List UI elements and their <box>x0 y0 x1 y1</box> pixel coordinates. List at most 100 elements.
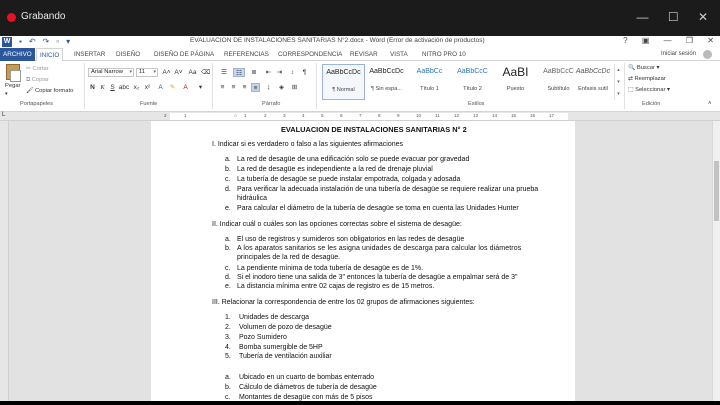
replace-button[interactable]: ⇄ Reemplazar <box>628 76 666 82</box>
style-no-spacing[interactable]: AaBbCcDc ¶ Sin espa... <box>365 64 408 100</box>
cut-button[interactable]: ✂ Cortar <box>26 66 49 72</box>
align-left-icon[interactable]: ≡ <box>218 83 227 92</box>
tab-correspondencia[interactable]: CORRESPONDENCIA <box>278 48 342 61</box>
copy-button[interactable]: ⧉ Copiar <box>26 77 49 84</box>
window-close-icon[interactable]: ✕ <box>707 36 714 45</box>
shrink-font-icon[interactable]: A˅ <box>174 68 183 77</box>
style-heading-2[interactable]: AaBbCcC Título 2 <box>451 64 494 100</box>
group-separator <box>84 63 85 109</box>
font-group-label: Fuente <box>140 101 158 107</box>
vertical-ruler[interactable] <box>0 121 9 401</box>
document-area[interactable]: EVALUACION DE INSTALACIONES SANITARIAS N… <box>0 121 720 401</box>
redo-icon[interactable]: ↷ <box>43 36 50 48</box>
scrollbar-thumb[interactable] <box>714 161 719 221</box>
help-icon[interactable]: ? <box>623 36 627 45</box>
text-effects-icon[interactable]: A <box>156 83 165 92</box>
find-button[interactable]: 🔍 Buscar ▾ <box>628 65 659 71</box>
new-document-icon[interactable]: ▫ <box>56 36 59 48</box>
document-page[interactable]: EVALUACION DE INSTALACIONES SANITARIAS N… <box>151 121 575 401</box>
list-marker: a. <box>225 374 231 381</box>
collapse-ribbon-icon[interactable]: ˄ <box>708 101 712 107</box>
minimize-icon[interactable]: — <box>636 10 648 24</box>
select-button[interactable]: ⬚ Seleccionar ▾ <box>628 87 670 93</box>
maximize-icon[interactable]: ☐ <box>668 10 679 24</box>
title-bar: W ▪ ↶ ↷ ▫ ▾ EVALUACION DE INSTALACIONES … <box>0 36 720 48</box>
paste-button[interactable]: Pegar <box>5 83 20 89</box>
recording-bar: Grabando — ☐ ✕ <box>0 0 720 36</box>
list-item: Unidades de descarga <box>239 314 310 321</box>
bold-icon[interactable]: N <box>88 83 97 92</box>
align-right-icon[interactable]: ≡ <box>240 83 249 92</box>
decrease-indent-icon[interactable]: ⇤ <box>264 68 273 77</box>
ruler-number: 1 <box>244 113 247 118</box>
font-color-icon[interactable]: A <box>181 83 190 92</box>
list-item: Bomba sumergible de 5HP <box>239 344 323 351</box>
bullets-icon[interactable]: ☰ <box>218 68 230 77</box>
font-family-select[interactable]: Arial Narrow <box>88 68 134 77</box>
subscript-icon[interactable]: x₂ <box>132 83 141 92</box>
ruler-number: 8 <box>378 113 381 118</box>
strikethrough-icon[interactable]: abc <box>118 83 130 92</box>
paste-icon[interactable] <box>6 64 21 82</box>
ruler-number: 10 <box>416 113 422 118</box>
underline-icon[interactable]: S <box>108 83 117 92</box>
horizontal-ruler[interactable]: L 2 1 ⌂ 1 2 3 4 5 6 7 8 9 10 11 12 13 14… <box>0 112 720 121</box>
paste-dropdown-icon[interactable]: ▾ <box>5 91 8 97</box>
window-restore-icon[interactable]: ❐ <box>686 36 693 45</box>
list-marker: 2. <box>225 324 231 331</box>
recording-controls: — ☐ ✕ <box>620 10 708 24</box>
shading-icon[interactable]: ◈ <box>277 83 286 92</box>
align-center-icon[interactable]: ≡ <box>229 83 238 92</box>
list-item: Si el inodoro tiene una salida de 3" ent… <box>237 274 518 281</box>
style-normal[interactable]: AaBbCcDc ¶ Normal <box>322 64 365 100</box>
list-marker: a. <box>225 236 231 243</box>
save-icon[interactable]: ▪ <box>19 36 22 48</box>
font-size-select[interactable]: 11 <box>136 68 158 77</box>
superscript-icon[interactable]: x² <box>143 83 152 92</box>
list-item: Ubicado en un cuarto de bombas enterrado <box>239 374 375 381</box>
italic-icon[interactable]: K <box>98 83 107 92</box>
styles-scroll-icon[interactable]: ▴ ▾ ▾ <box>614 64 622 100</box>
section-1-heading: I. Indicar si es verdadero o falso a las… <box>212 141 404 148</box>
style-subtle-emphasis[interactable]: AaBbCcDc Énfasis sutil <box>572 64 614 100</box>
line-spacing-icon[interactable]: ↨ <box>264 83 273 92</box>
tab-diseno[interactable]: DISEÑO <box>116 48 140 61</box>
tab-selector-icon[interactable]: L <box>2 112 5 118</box>
tab-referencias[interactable]: REFERENCIAS <box>224 48 269 61</box>
sort-icon[interactable]: ↕ <box>288 68 297 77</box>
close-icon[interactable]: ✕ <box>698 10 708 24</box>
increase-indent-icon[interactable]: ⇥ <box>275 68 284 77</box>
user-avatar-icon[interactable] <box>703 50 712 59</box>
highlight-color-icon[interactable]: ✎ <box>168 83 177 92</box>
ruler-number: 5 <box>321 113 324 118</box>
tab-inicio[interactable]: INICIO <box>36 48 64 62</box>
justify-icon[interactable]: ≡ <box>251 83 260 92</box>
show-marks-icon[interactable]: ¶ <box>300 68 309 77</box>
clear-formatting-icon[interactable]: ⌫ <box>201 68 210 77</box>
customize-toolbar-icon[interactable]: ▾ <box>66 36 70 48</box>
tab-vista[interactable]: VISTA <box>390 48 408 61</box>
sign-in-link[interactable]: Iniciar sesión <box>661 48 696 61</box>
word-window: W ▪ ↶ ↷ ▫ ▾ EVALUACION DE INSTALACIONES … <box>0 36 720 401</box>
multilevel-list-icon[interactable]: ≣ <box>248 68 260 77</box>
format-painter-button[interactable]: 🖌 Copiar formato <box>26 88 73 94</box>
tab-insertar[interactable]: INSERTAR <box>74 48 105 61</box>
tab-diseno-de-pagina[interactable]: DISEÑO DE PÁGINA <box>154 48 214 61</box>
tab-nitro-pro[interactable]: NITRO PRO 10 <box>422 48 466 61</box>
vertical-scrollbar[interactable] <box>712 121 720 401</box>
list-item: Para calcular el diámetro de la tubería … <box>237 205 519 212</box>
window-minimize-icon[interactable]: — <box>664 36 672 45</box>
style-title[interactable]: AaBI Puesto <box>494 64 537 100</box>
tab-archivo[interactable]: ARCHIVO <box>0 48 35 61</box>
ribbon-display-icon[interactable]: ▣ <box>642 36 650 45</box>
ruler-number: 1 <box>184 113 187 118</box>
numbering-icon[interactable]: ☷ <box>233 68 245 77</box>
change-case-icon[interactable]: Aa <box>188 68 197 77</box>
font-settings-icon[interactable]: ▾ <box>196 83 205 92</box>
tab-revisar[interactable]: REVISAR <box>350 48 378 61</box>
ruler-indent-marker-icon[interactable]: ⌂ <box>234 113 237 118</box>
grow-font-icon[interactable]: A˄ <box>162 68 171 77</box>
undo-icon[interactable]: ↶ <box>29 36 36 48</box>
style-heading-1[interactable]: AaBbCc Título 1 <box>408 64 451 100</box>
borders-icon[interactable]: ⊞ <box>290 83 299 92</box>
